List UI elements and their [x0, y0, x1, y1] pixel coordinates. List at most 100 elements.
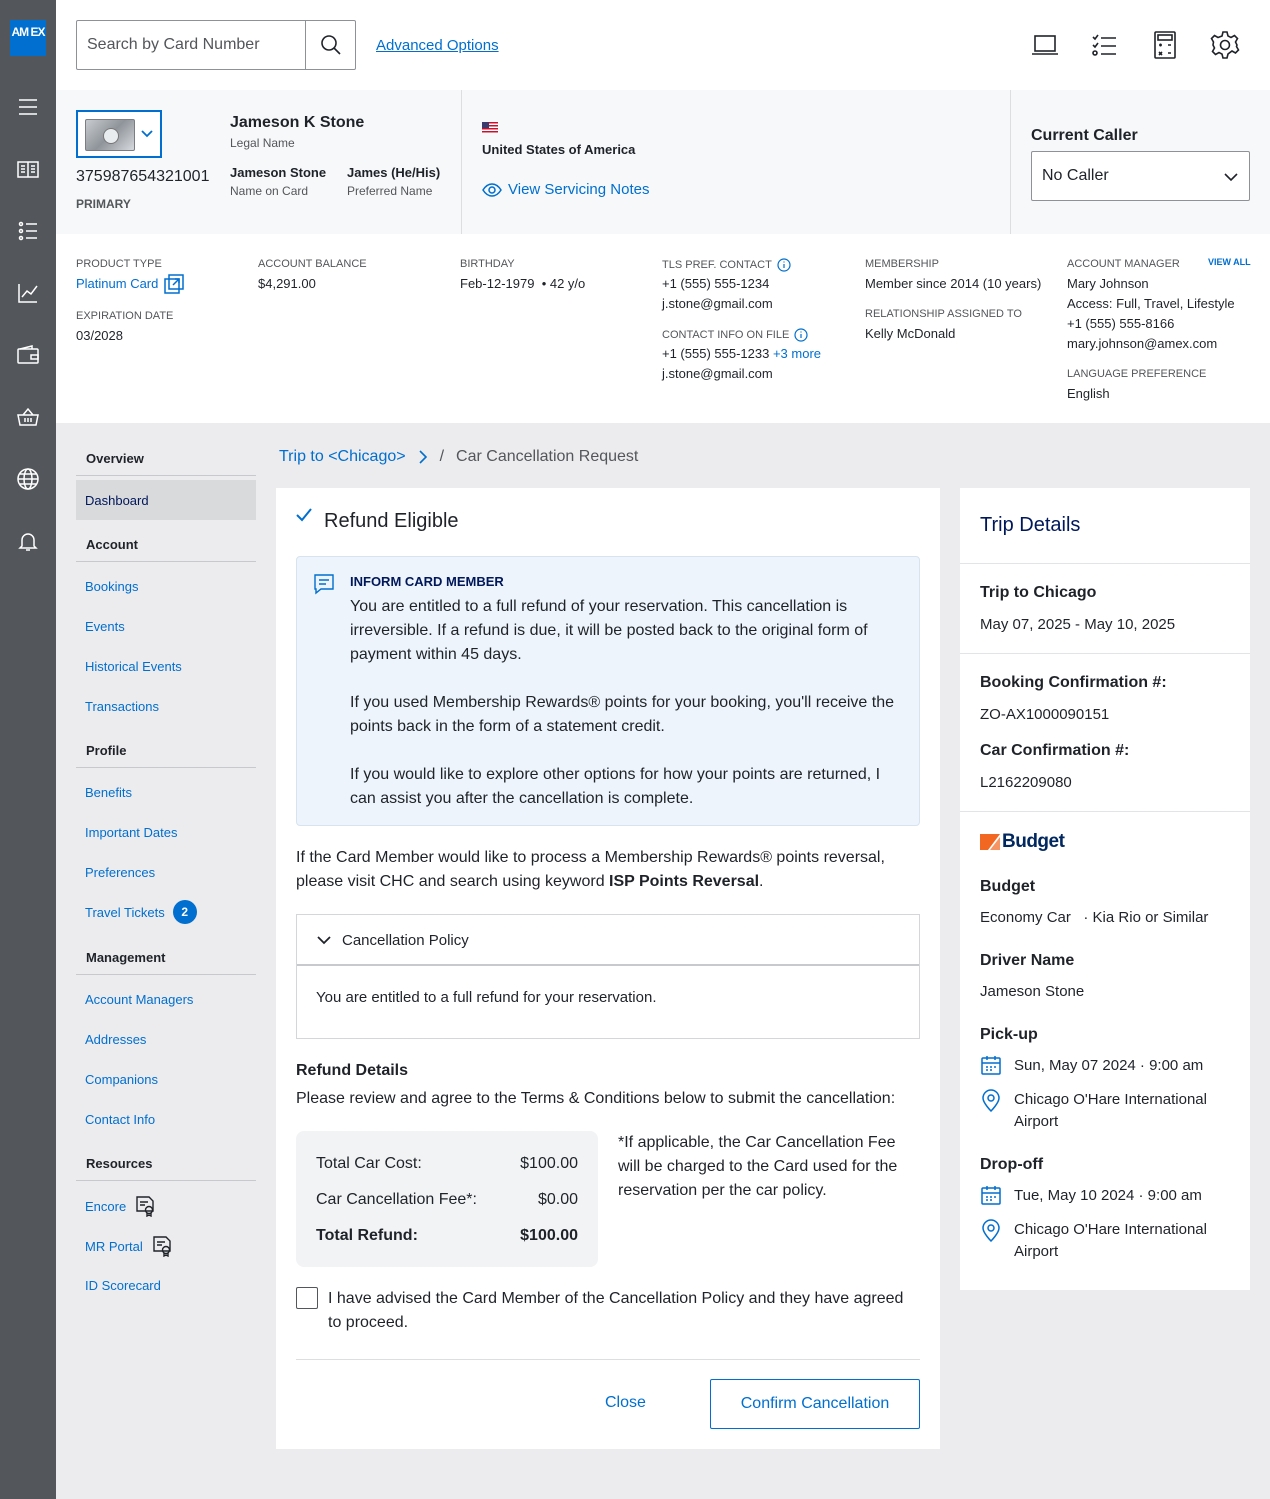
nav-heading-profile: Profile: [86, 743, 127, 758]
agree-checkbox[interactable]: [296, 1287, 318, 1309]
divider: [960, 653, 1250, 654]
basket-icon[interactable]: [16, 405, 40, 429]
divider: [960, 563, 1250, 564]
card-image: [85, 119, 135, 151]
top-bar: Advanced Options: [56, 0, 1270, 90]
points-reversal-text: If the Card Member would like to process…: [296, 849, 885, 890]
nav-item-account-managers[interactable]: Account Managers: [85, 992, 193, 1007]
wallet-icon[interactable]: [16, 343, 40, 367]
nav-item-dashboard[interactable]: Dashboard: [76, 480, 256, 520]
relationship-link[interactable]: Kelly McDonald: [865, 324, 955, 344]
refund-intro: Please review and agree to the Terms & C…: [296, 1090, 896, 1107]
nav-item-events[interactable]: Events: [85, 619, 125, 634]
external-link-icon: [164, 274, 185, 294]
globe-icon[interactable]: [16, 467, 40, 491]
amex-logo[interactable]: AM EX: [10, 20, 46, 56]
language-label: LANGUAGE PREFERENCE: [1067, 368, 1207, 380]
checkmark-icon: [296, 508, 312, 522]
legal-name-label: Legal Name: [230, 136, 295, 150]
divider: [296, 1359, 920, 1360]
divider: [76, 767, 256, 768]
product-type-link: Platinum Card: [76, 276, 159, 291]
count-badge: 2: [172, 900, 197, 924]
bell-icon[interactable]: [16, 529, 40, 553]
breadcrumb-current: Car Cancellation Request: [456, 448, 639, 465]
settings-icon[interactable]: [1210, 30, 1240, 60]
nav-item-contact-info[interactable]: Contact Info: [85, 1112, 155, 1127]
manager-email-link[interactable]: mary.johnson@amex.com: [1067, 334, 1217, 354]
product-type[interactable]: Platinum Card: [76, 274, 185, 294]
calculator-icon[interactable]: [1150, 30, 1180, 60]
current-caller-select[interactable]: No Caller: [1031, 151, 1250, 201]
car-class: Economy Car · Kia Rio or Similar: [980, 909, 1209, 926]
driver-name: Jameson Stone: [980, 983, 1085, 1000]
nav-item-important-dates[interactable]: Important Dates: [85, 825, 178, 840]
book-icon[interactable]: [16, 157, 40, 181]
contact-email: j.stone@gmail.com: [662, 366, 773, 381]
nav-item-historical-events[interactable]: Historical Events: [85, 659, 182, 674]
certificate-icon: [151, 1235, 173, 1257]
driver-name-label: Driver Name: [980, 952, 1075, 969]
view-servicing-notes-link[interactable]: View Servicing Notes: [482, 181, 649, 198]
membership-label: MEMBERSHIP: [865, 258, 939, 270]
info-icon[interactable]: [777, 258, 791, 272]
calendar-icon: [980, 1184, 1002, 1206]
policy-header[interactable]: Cancellation Policy: [297, 915, 919, 966]
preferred-name-label: Preferred Name: [347, 184, 433, 198]
profile-header: 375987654321001 PRIMARY Jameson K Stone …: [56, 90, 1270, 234]
breadcrumb-parent-link[interactable]: Trip to <Chicago>: [279, 448, 406, 466]
vendor-name: Budget: [980, 878, 1036, 895]
contact-label: CONTACT INFO ON FILE: [662, 328, 808, 342]
search-button[interactable]: [305, 21, 355, 69]
nav-item-companions[interactable]: Companions: [85, 1072, 158, 1087]
product-type-label: PRODUCT TYPE: [76, 258, 162, 270]
legal-name: Jameson K Stone: [230, 114, 365, 131]
tls-phone: +1 (555) 555-1234: [662, 276, 770, 291]
laptop-icon[interactable]: [1030, 30, 1060, 60]
nav-item-label: Encore: [85, 1198, 127, 1214]
divider: [960, 811, 1250, 812]
refund-details-title: Refund Details: [296, 1062, 409, 1079]
nav-item-benefits[interactable]: Benefits: [85, 785, 132, 800]
car-confirmation-number: L2162209080: [980, 774, 1072, 791]
search-input[interactable]: [77, 21, 307, 69]
advanced-options-link[interactable]: Advanced Options: [376, 37, 499, 54]
nav-item-encore[interactable]: Encore: [85, 1195, 156, 1217]
nav-item-id-scorecard[interactable]: ID Scorecard: [85, 1278, 161, 1293]
inform-title: INFORM CARD MEMBER: [350, 574, 504, 589]
nav-item-transactions[interactable]: Transactions: [85, 699, 159, 714]
birthday: Feb-12-1979 • 42 y/o: [460, 276, 586, 291]
list-icon[interactable]: [16, 219, 40, 243]
total-refund-row: Total Refund: $100.00: [316, 1227, 578, 1244]
dropoff-location: Chicago O'Hare International Airport: [1014, 1221, 1207, 1260]
nav-item-travel-tickets[interactable]: Travel Tickets 2: [85, 900, 197, 924]
manager-phone-link[interactable]: +1 (555) 555-8166: [1067, 314, 1174, 334]
inform-paragraph: You are entitled to a full refund of you…: [350, 598, 868, 663]
nav-item-preferences[interactable]: Preferences: [85, 865, 155, 880]
left-rail: AM EX: [0, 0, 56, 1499]
confirm-cancellation-button[interactable]: Confirm Cancellation: [710, 1379, 920, 1429]
nav-item-addresses[interactable]: Addresses: [85, 1032, 146, 1047]
info-icon[interactable]: [794, 328, 808, 342]
us-flag-icon: [482, 122, 498, 133]
nav-item-mr-portal[interactable]: MR Portal: [85, 1235, 173, 1257]
menu-icon[interactable]: [16, 95, 40, 119]
view-all-link[interactable]: VIEW ALL: [1208, 257, 1251, 267]
close-button[interactable]: Close: [605, 1394, 646, 1412]
card-selector[interactable]: [76, 110, 162, 158]
more-contacts-link[interactable]: +3 more: [773, 346, 821, 361]
tls-label: TLS PREF. CONTACT: [662, 258, 791, 272]
eye-icon: [482, 182, 502, 197]
trip-details-title: Trip Details: [980, 514, 1081, 536]
preferred-name: James (He/His): [347, 165, 441, 180]
chevron-down-icon: [1223, 169, 1239, 185]
booking-confirmation-label: Booking Confirmation #:: [980, 674, 1167, 691]
nav-item-bookings[interactable]: Bookings: [85, 579, 138, 594]
chevron-down-icon: [140, 127, 154, 141]
refund-status: Refund Eligible: [324, 510, 459, 532]
birthday-label: BIRTHDAY: [460, 258, 515, 270]
checklist-icon[interactable]: [1090, 30, 1120, 60]
divider: [76, 974, 256, 975]
chart-icon[interactable]: [16, 281, 40, 305]
nav-item-label: Dashboard: [85, 493, 149, 508]
